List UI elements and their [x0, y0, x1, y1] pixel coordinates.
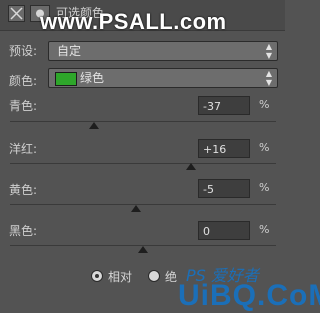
black-unit: % [259, 223, 270, 236]
magenta-label: 洋红: [9, 142, 38, 156]
relative-radio[interactable] [91, 270, 103, 282]
magenta-input[interactable]: +16 [198, 139, 250, 158]
preset-value: 自定 [57, 44, 82, 58]
relative-label: 相对 [108, 270, 133, 284]
colors-label: 颜色: [9, 74, 38, 88]
colors-select[interactable]: 绿色 ▲ ▼ [48, 68, 278, 88]
panel-header: 可选颜色 www.PSALL.com [0, 0, 285, 34]
colors-value: 绿色 [80, 71, 105, 85]
yellow-label: 黄色: [9, 183, 38, 197]
magenta-unit: % [259, 141, 270, 154]
black-thumb[interactable] [138, 246, 148, 253]
yellow-thumb[interactable] [131, 205, 141, 212]
black-label: 黑色: [9, 224, 38, 238]
cyan-thumb[interactable] [89, 122, 99, 129]
cyan-unit: % [259, 98, 270, 111]
absolute-radio[interactable] [148, 270, 160, 282]
preset-select[interactable]: 自定 ▲ ▼ [48, 41, 278, 61]
magenta-thumb[interactable] [186, 163, 196, 170]
watermark-text: www.PSALL.com [40, 9, 227, 34]
magenta-track[interactable] [10, 163, 276, 164]
yellow-unit: % [259, 181, 270, 194]
yellow-input[interactable]: -5 [198, 179, 250, 198]
cyan-track[interactable] [10, 121, 276, 122]
preset-label: 预设: [9, 44, 38, 58]
cyan-label: 青色: [9, 99, 38, 113]
absolute-label: 绝 [165, 270, 178, 284]
color-swatch [55, 72, 77, 86]
adjustment-grid-icon[interactable] [8, 5, 25, 22]
black-input[interactable]: 0 [198, 221, 250, 240]
yellow-track[interactable] [10, 204, 276, 205]
dropdown-arrows-icon: ▲ ▼ [265, 69, 272, 87]
cyan-input[interactable]: -37 [198, 96, 250, 115]
dropdown-arrows-icon: ▲ ▼ [265, 42, 272, 60]
